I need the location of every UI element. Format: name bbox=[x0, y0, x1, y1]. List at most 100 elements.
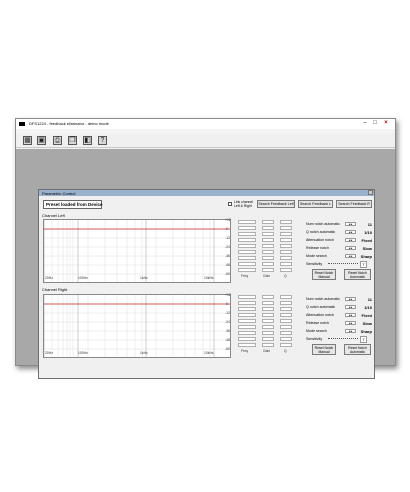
param-spinner[interactable]: ◂ ▸ bbox=[345, 222, 356, 226]
notch-gain-field[interactable] bbox=[262, 295, 274, 299]
notch-q-field[interactable] bbox=[280, 325, 292, 329]
search-feedback-l-button[interactable]: Search Feedback L bbox=[298, 200, 333, 208]
notch-gain-field[interactable] bbox=[262, 238, 274, 242]
notch-freq-field[interactable] bbox=[238, 232, 256, 236]
notch-q-field[interactable] bbox=[280, 331, 292, 335]
db-tick: -36 bbox=[225, 254, 230, 258]
notch-freq-field[interactable] bbox=[238, 325, 256, 329]
search-feedback-left-button[interactable]: Search Feedback Left bbox=[257, 200, 295, 208]
notch-gain-field[interactable] bbox=[262, 319, 274, 323]
notch-gain-field[interactable] bbox=[262, 313, 274, 317]
notch-freq-field[interactable] bbox=[238, 313, 256, 317]
app-grid-icon[interactable]: ▦ bbox=[23, 136, 32, 145]
notch-freq-field[interactable] bbox=[238, 226, 256, 230]
notch-freq-field[interactable] bbox=[238, 220, 256, 224]
notch-freq-field[interactable] bbox=[238, 238, 256, 242]
param-spinner[interactable]: ◂ ▸ bbox=[345, 305, 356, 309]
print-icon[interactable]: ⎙ bbox=[53, 136, 62, 145]
db-tick: +12 bbox=[225, 218, 231, 222]
device-icon[interactable]: ◧ bbox=[83, 136, 92, 145]
minimize-icon[interactable]: – bbox=[361, 120, 369, 127]
notch-q-field[interactable] bbox=[280, 232, 292, 236]
notch-gain-field[interactable] bbox=[262, 343, 274, 347]
notch-gain-field[interactable] bbox=[262, 250, 274, 254]
reset-notch-manual-button[interactable]: Reset Notch Manual bbox=[312, 269, 336, 280]
workspace: Parametric Control Preset loaded from De… bbox=[16, 149, 395, 379]
notch-q-field[interactable] bbox=[280, 337, 292, 341]
reset-notch-automatic-button[interactable]: Reset Notch Automatic bbox=[344, 344, 371, 355]
freq-tick: 1kHz bbox=[140, 351, 148, 355]
notch-freq-field[interactable] bbox=[238, 262, 256, 266]
param-label: Release notch bbox=[306, 246, 329, 250]
link-channel-checkbox[interactable] bbox=[228, 202, 232, 206]
param-spinner[interactable]: ◂ ▸ bbox=[345, 329, 356, 333]
notch-q-field[interactable] bbox=[280, 301, 292, 305]
notch-q-field[interactable] bbox=[280, 343, 292, 347]
sensitivity-slider[interactable] bbox=[328, 338, 358, 340]
notch-gain-field[interactable] bbox=[262, 226, 274, 230]
notch-gain-field[interactable] bbox=[262, 325, 274, 329]
help-icon[interactable]: ? bbox=[98, 136, 107, 145]
notch-freq-field[interactable] bbox=[238, 295, 256, 299]
search-feedback-right-button[interactable]: Search Feedback R bbox=[336, 200, 372, 208]
param-spinner[interactable]: ◂ ▸ bbox=[345, 313, 356, 317]
notch-freq-field[interactable] bbox=[238, 319, 256, 323]
notch-freq-field[interactable] bbox=[238, 268, 256, 272]
notch-freq-field[interactable] bbox=[238, 256, 256, 260]
notch-freq-field[interactable] bbox=[238, 301, 256, 305]
notch-freq-field[interactable] bbox=[238, 244, 256, 248]
param-spinner[interactable]: ◂ ▸ bbox=[345, 246, 356, 250]
notch-freq-field[interactable] bbox=[238, 343, 256, 347]
db-tick: -24 bbox=[225, 320, 230, 324]
notch-gain-field[interactable] bbox=[262, 337, 274, 341]
notch-freq-field[interactable] bbox=[238, 250, 256, 254]
sensitivity-value[interactable]: 7 bbox=[360, 261, 367, 268]
notch-gain-field[interactable] bbox=[262, 232, 274, 236]
sensitivity-slider[interactable] bbox=[328, 263, 358, 265]
param-spinner[interactable]: ◂ ▸ bbox=[345, 230, 356, 234]
notch-q-field[interactable] bbox=[280, 268, 292, 272]
notch-q-field[interactable] bbox=[280, 295, 292, 299]
notch-q-field[interactable] bbox=[280, 244, 292, 248]
param-label: Attenuation notch bbox=[306, 238, 334, 242]
notch-gain-field[interactable] bbox=[262, 256, 274, 260]
dialog-close-icon[interactable] bbox=[368, 190, 373, 195]
notch-gain-field[interactable] bbox=[262, 301, 274, 305]
notch-q-field[interactable] bbox=[280, 250, 292, 254]
notch-gain-field[interactable] bbox=[262, 262, 274, 266]
notch-gain-field[interactable] bbox=[262, 331, 274, 335]
notch-gain-field[interactable] bbox=[262, 220, 274, 224]
notch-freq-field[interactable] bbox=[238, 307, 256, 311]
notch-q-field[interactable] bbox=[280, 256, 292, 260]
column-header: Q bbox=[284, 349, 287, 353]
save-icon[interactable]: ▣ bbox=[37, 136, 46, 145]
param-spinner[interactable]: ◂ ▸ bbox=[345, 254, 356, 258]
notch-q-field[interactable] bbox=[280, 307, 292, 311]
notch-q-field[interactable] bbox=[280, 238, 292, 242]
notch-q-field[interactable] bbox=[280, 319, 292, 323]
param-value: Fixed bbox=[361, 313, 372, 318]
notch-q-field[interactable] bbox=[280, 226, 292, 230]
parametric-control-dialog: Parametric Control Preset loaded from De… bbox=[38, 189, 375, 379]
copy-icon[interactable]: ❐ bbox=[68, 136, 77, 145]
notch-freq-field[interactable] bbox=[238, 337, 256, 341]
reset-notch-automatic-button[interactable]: Reset Notch Automatic bbox=[344, 269, 371, 280]
notch-freq-field[interactable] bbox=[238, 331, 256, 335]
reset-notch-manual-button[interactable]: Reset Notch Manual bbox=[312, 344, 336, 355]
close-icon[interactable]: × bbox=[382, 120, 390, 127]
notch-gain-field[interactable] bbox=[262, 307, 274, 311]
param-spinner[interactable]: ◂ ▸ bbox=[345, 321, 356, 325]
notch-q-field[interactable] bbox=[280, 220, 292, 224]
notch-gain-field[interactable] bbox=[262, 244, 274, 248]
freq-tick: 10kHz bbox=[204, 276, 214, 280]
sensitivity-value[interactable]: 7 bbox=[360, 336, 367, 343]
param-spinner[interactable]: ◂ ▸ bbox=[345, 297, 356, 301]
param-spinner[interactable]: ◂ ▸ bbox=[345, 238, 356, 242]
channel-right-notch-table: Freq Gain Q bbox=[238, 295, 306, 355]
db-tick: +12 bbox=[225, 293, 231, 297]
notch-gain-field[interactable] bbox=[262, 268, 274, 272]
notch-q-field[interactable] bbox=[280, 262, 292, 266]
maximize-icon[interactable]: □ bbox=[371, 120, 379, 127]
param-value: 1/10 bbox=[364, 305, 372, 310]
notch-q-field[interactable] bbox=[280, 313, 292, 317]
